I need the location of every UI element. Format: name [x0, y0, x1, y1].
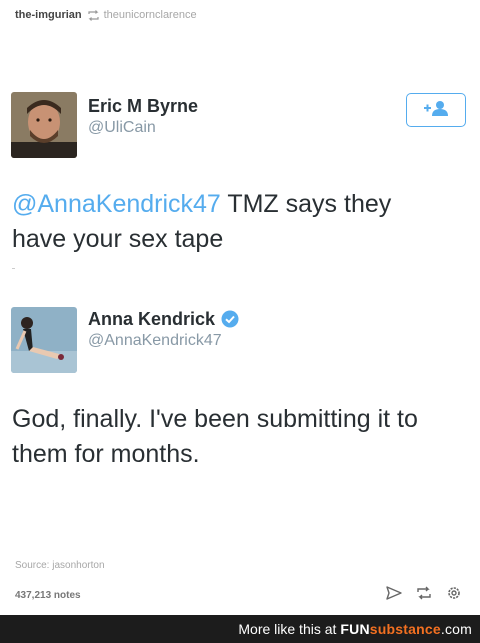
divider-mark — [12, 268, 15, 269]
user-handle[interactable]: @AnnaKendrick47 — [88, 331, 239, 351]
avatar[interactable] — [11, 92, 77, 158]
brand-substance: substance — [369, 621, 441, 637]
user-info: Anna Kendrick @AnnaKendrick47 — [88, 308, 239, 351]
follow-button[interactable] — [406, 93, 466, 127]
mention-link[interactable]: @AnnaKendrick47 — [12, 190, 221, 218]
footer-banner: More like this at FUNsubstance.com — [0, 615, 480, 643]
reblog-header: the-imgurian theunicornclarence — [15, 6, 197, 24]
brand-suffix: .com — [440, 621, 472, 637]
gear-icon[interactable] — [446, 585, 462, 601]
tweet-text: @AnnaKendrick47 TMZ says they have your … — [12, 187, 452, 257]
brand-fun: FUN — [340, 621, 370, 637]
post-notes[interactable]: 437,213 notes — [15, 590, 81, 601]
display-name-row: Anna Kendrick — [88, 308, 239, 330]
tweet-text: God, finally. I've been submitting it to… — [12, 405, 418, 468]
display-name[interactable]: Anna Kendrick — [88, 308, 215, 330]
reblogged-from-link[interactable]: theunicornclarence — [104, 9, 197, 21]
verified-badge-icon — [221, 310, 239, 328]
post-source[interactable]: Source: jasonhorton — [15, 560, 105, 571]
user-info: Eric M Byrne @UliCain — [88, 95, 198, 138]
blog-name-link[interactable]: the-imgurian — [15, 9, 82, 21]
user-handle[interactable]: @UliCain — [88, 118, 198, 138]
avatar[interactable] — [11, 307, 77, 373]
reblog-icon — [87, 9, 100, 21]
add-user-icon — [423, 100, 449, 121]
reblog-icon[interactable] — [416, 586, 432, 600]
footer-text: More like this at — [238, 621, 337, 637]
display-name[interactable]: Eric M Byrne — [88, 95, 198, 117]
share-icon[interactable] — [386, 586, 402, 600]
post-actions — [386, 585, 462, 601]
site-logo[interactable]: FUNsubstance.com — [340, 621, 472, 637]
